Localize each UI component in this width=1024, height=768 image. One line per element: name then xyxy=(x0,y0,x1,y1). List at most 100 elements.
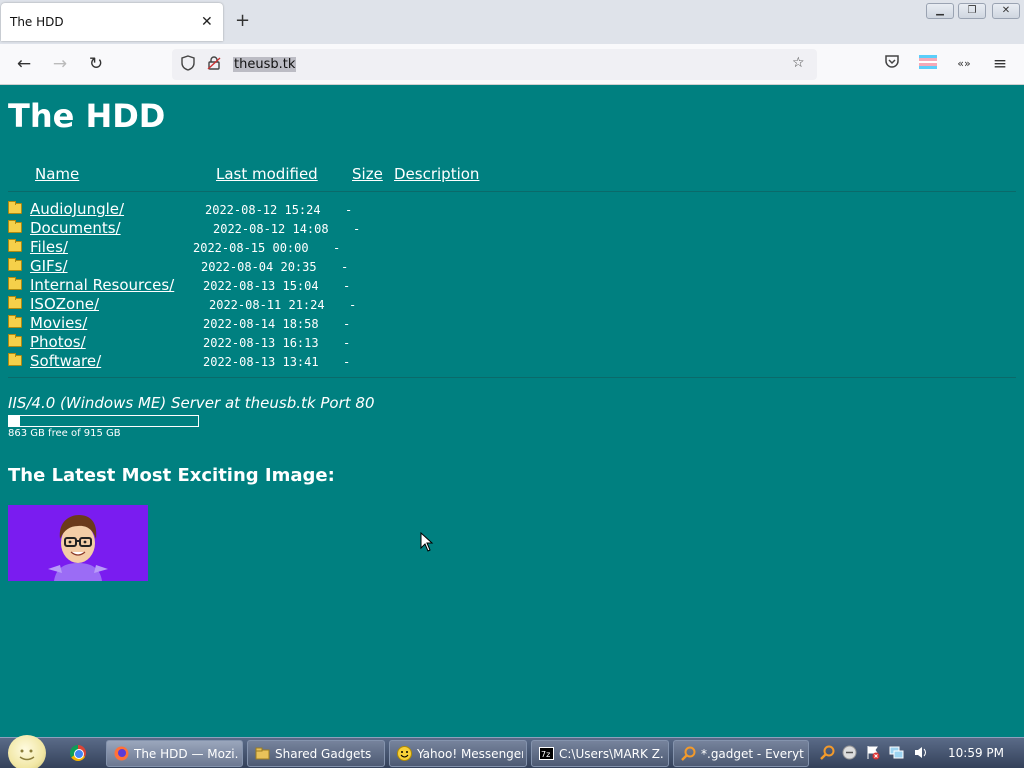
taskbar: The HDD — Mozi... Shared Gadgets Yahoo! … xyxy=(0,735,1024,768)
list-item: Software/ 2022-08-13 13:41 - xyxy=(8,352,608,371)
list-item: Movies/ 2022-08-14 18:58 - xyxy=(8,314,608,333)
folder-icon xyxy=(8,258,22,271)
volume-icon[interactable] xyxy=(913,745,928,760)
folder-icon xyxy=(8,353,22,366)
system-tray: 10:59 PM xyxy=(812,738,1024,768)
folder-icon xyxy=(8,334,22,347)
list-item: Photos/ 2022-08-13 16:13 - xyxy=(8,333,608,352)
network-icon[interactable] xyxy=(889,745,904,760)
folder-icon xyxy=(8,220,22,233)
taskbar-button-yahoo-messenger[interactable]: Yahoo! Messenger xyxy=(389,740,527,767)
modified-date: 2022-08-12 15:24 xyxy=(205,203,321,217)
taskbar-button-label: Yahoo! Messenger xyxy=(417,747,523,761)
extension-icon[interactable]: «» xyxy=(953,53,975,75)
avatar-picture xyxy=(8,505,148,581)
column-name-link[interactable]: Name xyxy=(35,165,79,183)
folder-link[interactable]: Documents/ xyxy=(30,219,121,237)
taskbar-button-everything[interactable]: *.gadget - Everyt... xyxy=(673,740,809,767)
close-window-button[interactable]: ✕ xyxy=(992,3,1020,19)
folder-link[interactable]: Software/ xyxy=(30,352,101,370)
new-tab-button[interactable]: + xyxy=(235,10,250,31)
file-size: - xyxy=(349,298,357,312)
folder-link[interactable]: ISOZone/ xyxy=(30,295,99,313)
7zip-icon: 7z xyxy=(539,746,554,761)
svg-text:7z: 7z xyxy=(541,750,550,759)
lock-insecure-icon[interactable] xyxy=(206,55,222,75)
mouse-cursor-icon xyxy=(420,531,434,556)
folder-icon xyxy=(255,746,270,761)
modified-date: 2022-08-12 14:08 xyxy=(213,222,329,236)
list-item: GIFs/ 2022-08-04 20:35 - xyxy=(8,257,608,276)
file-size: - xyxy=(343,355,351,369)
start-button[interactable] xyxy=(8,735,46,768)
everything-tray-icon[interactable] xyxy=(820,745,835,760)
tab-title: The HDD xyxy=(10,15,64,29)
page-title: The HDD xyxy=(8,97,166,135)
list-item: Files/ 2022-08-15 00:00 - xyxy=(8,238,608,257)
taskbar-button-label: C:\Users\MARK Z... xyxy=(559,747,665,761)
pocket-icon[interactable] xyxy=(881,53,903,75)
url-bar[interactable]: theusb.tk ☆ xyxy=(172,49,817,80)
folder-link[interactable]: Internal Resources/ xyxy=(30,276,174,294)
modified-date: 2022-08-11 21:24 xyxy=(209,298,325,312)
taskbar-button-shared-gadgets[interactable]: Shared Gadgets xyxy=(247,740,385,767)
file-size: - xyxy=(343,279,351,293)
folder-icon xyxy=(8,239,22,252)
list-item: ISOZone/ 2022-08-11 21:24 - xyxy=(8,295,608,314)
list-item: AudioJungle/ 2022-08-12 15:24 - xyxy=(8,200,608,219)
start-smiley-icon xyxy=(19,749,35,761)
minimize-button[interactable]: ▁ xyxy=(926,3,954,19)
folder-icon xyxy=(8,315,22,328)
forward-icon[interactable]: → xyxy=(49,53,71,75)
action-center-flag-icon[interactable] xyxy=(865,745,880,760)
tab-close-icon[interactable]: ✕ xyxy=(201,14,213,30)
folder-icon xyxy=(8,296,22,309)
taskbar-button-firefox[interactable]: The HDD — Mozi... xyxy=(106,740,243,767)
browser-tab[interactable]: The HDD ✕ xyxy=(1,3,223,41)
modified-date: 2022-08-04 20:35 xyxy=(201,260,317,274)
divider-top xyxy=(8,191,1016,192)
back-icon[interactable]: ← xyxy=(13,53,35,75)
column-size-link[interactable]: Size xyxy=(352,165,383,183)
list-item: Documents/ 2022-08-12 14:08 - xyxy=(8,219,608,238)
menu-icon[interactable]: ≡ xyxy=(989,53,1011,75)
file-size: - xyxy=(353,222,361,236)
taskbar-button-7zip[interactable]: 7z C:\Users\MARK Z... xyxy=(531,740,669,767)
folder-link[interactable]: Movies/ xyxy=(30,314,87,332)
firefox-icon xyxy=(114,746,129,761)
server-signature: IIS/4.0 (Windows ME) Server at theusb.tk… xyxy=(8,394,375,412)
modified-date: 2022-08-13 13:41 xyxy=(203,355,319,369)
chrome-icon[interactable] xyxy=(70,745,86,761)
tab-bar: The HDD ✕ + ▁ ❐ ✕ xyxy=(0,0,1024,44)
taskbar-button-label: *.gadget - Everyt... xyxy=(701,747,805,761)
folder-link[interactable]: Photos/ xyxy=(30,333,86,351)
modified-date: 2022-08-15 00:00 xyxy=(193,241,309,255)
modified-date: 2022-08-13 16:13 xyxy=(203,336,319,350)
list-item: Internal Resources/ 2022-08-13 15:04 - xyxy=(8,276,608,295)
column-last-modified-link[interactable]: Last modified xyxy=(216,165,318,183)
shield-icon[interactable] xyxy=(180,55,196,75)
folder-link[interactable]: AudioJungle/ xyxy=(30,200,124,218)
bookmark-star-icon[interactable]: ☆ xyxy=(792,55,805,71)
latest-image-heading: The Latest Most Exciting Image: xyxy=(8,465,335,486)
file-size: - xyxy=(343,336,351,350)
messenger-tray-icon[interactable] xyxy=(842,745,857,760)
clock[interactable]: 10:59 PM xyxy=(948,746,1004,760)
folder-link[interactable]: GIFs/ xyxy=(30,257,68,275)
url-text[interactable]: theusb.tk xyxy=(233,57,297,72)
reload-icon[interactable]: ↻ xyxy=(85,53,107,75)
folder-icon xyxy=(8,277,22,290)
file-size: - xyxy=(343,317,351,331)
search-icon xyxy=(681,746,696,761)
extension-flag-icon[interactable] xyxy=(917,53,939,75)
column-description-link[interactable]: Description xyxy=(394,165,479,183)
folder-link[interactable]: Files/ xyxy=(30,238,68,256)
modified-date: 2022-08-14 18:58 xyxy=(203,317,319,331)
restore-button[interactable]: ❐ xyxy=(958,3,986,19)
file-size: - xyxy=(333,241,341,255)
taskbar-button-label: Shared Gadgets xyxy=(275,747,372,761)
latest-image[interactable] xyxy=(8,505,148,581)
modified-date: 2022-08-13 15:04 xyxy=(203,279,319,293)
taskbar-button-label: The HDD — Mozi... xyxy=(134,747,239,761)
divider-bottom xyxy=(8,377,1016,378)
